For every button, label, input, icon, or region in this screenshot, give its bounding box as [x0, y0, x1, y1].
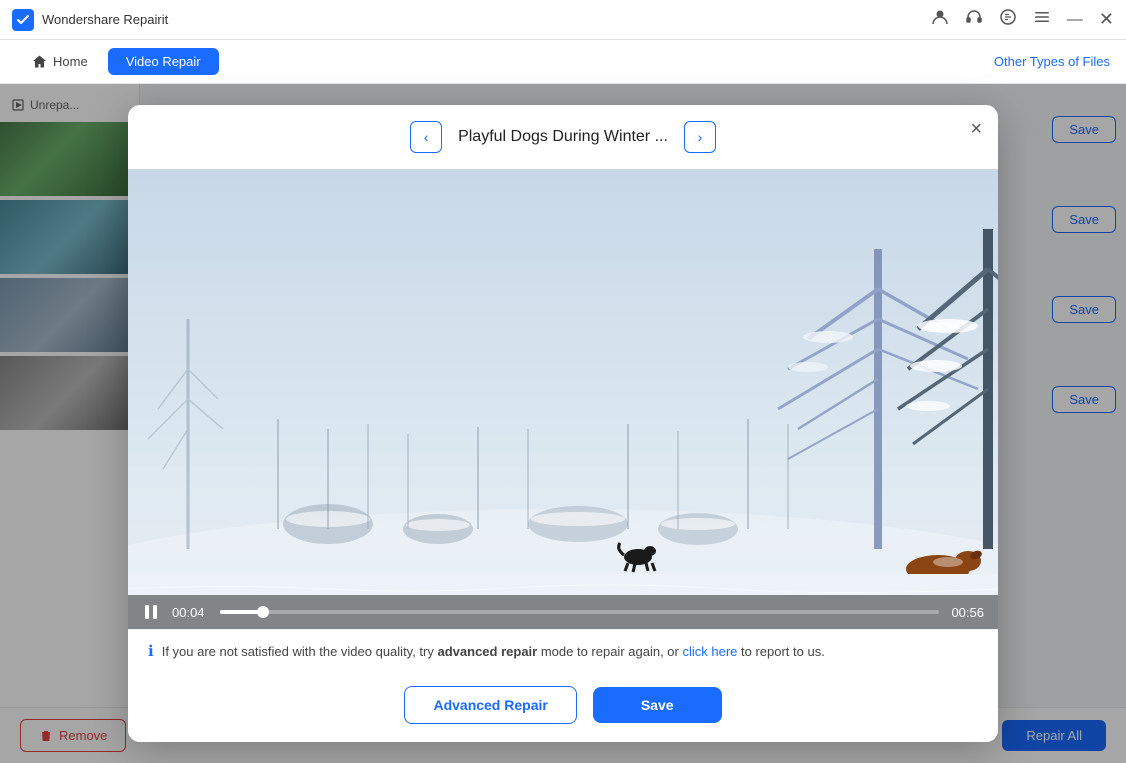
modal-header: ‹ Playful Dogs During Winter ... › × [128, 105, 998, 169]
progress-dot[interactable] [257, 606, 269, 618]
preview-modal: ‹ Playful Dogs During Winter ... › × [128, 105, 998, 742]
logo-icon [12, 9, 34, 31]
save-main-label: Save [641, 697, 674, 713]
end-time: 00:56 [951, 605, 984, 620]
video-frame [128, 169, 998, 629]
chat-icon[interactable] [999, 8, 1017, 31]
other-types-label: Other Types of Files [994, 54, 1110, 69]
prev-icon: ‹ [424, 129, 429, 145]
video-player[interactable]: 00:04 00:56 [128, 169, 998, 629]
modal-title: Playful Dogs During Winter ... [458, 128, 668, 146]
account-icon[interactable] [931, 8, 949, 31]
current-time: 00:04 [172, 605, 208, 620]
home-label: Home [53, 54, 88, 69]
progress-bar[interactable] [220, 610, 939, 614]
close-icon[interactable]: ✕ [1099, 9, 1114, 30]
pause-button[interactable] [142, 603, 160, 621]
window-controls: — ✕ [931, 8, 1114, 31]
modal-close-button[interactable]: × [970, 119, 982, 139]
video-controls[interactable]: 00:04 00:56 [128, 595, 998, 629]
info-text: If you are not satisfied with the video … [162, 644, 825, 659]
close-icon: × [970, 118, 982, 140]
video-repair-tab[interactable]: Video Repair [108, 48, 219, 75]
app-title: Wondershare Repairit [42, 12, 168, 27]
nav-bar: Home Video Repair Other Types of Files [0, 40, 1126, 84]
advanced-repair-label: Advanced Repair [433, 697, 547, 713]
next-icon: › [698, 129, 703, 145]
title-bar: Wondershare Repairit — ✕ [0, 0, 1126, 40]
menu-icon[interactable] [1033, 8, 1051, 31]
main-area: Unrepa... Save Save Save Save Remo [0, 84, 1126, 763]
next-button[interactable]: › [684, 121, 716, 153]
minimize-icon[interactable]: — [1067, 11, 1083, 29]
click-here-link[interactable]: click here [682, 644, 737, 659]
home-tab[interactable]: Home [16, 48, 104, 75]
info-bar: ℹ If you are not satisfied with the vide… [128, 629, 998, 672]
app-logo: Wondershare Repairit [12, 9, 168, 31]
headphone-icon[interactable] [965, 8, 983, 31]
prev-button[interactable]: ‹ [410, 121, 442, 153]
modal-overlay: ‹ Playful Dogs During Winter ... › × [0, 84, 1126, 763]
other-types-link[interactable]: Other Types of Files [994, 54, 1110, 69]
video-repair-label: Video Repair [126, 54, 201, 69]
modal-footer: Advanced Repair Save [128, 672, 998, 742]
info-icon: ℹ [148, 642, 154, 660]
advanced-repair-button[interactable]: Advanced Repair [404, 686, 576, 724]
save-main-button[interactable]: Save [593, 687, 722, 723]
